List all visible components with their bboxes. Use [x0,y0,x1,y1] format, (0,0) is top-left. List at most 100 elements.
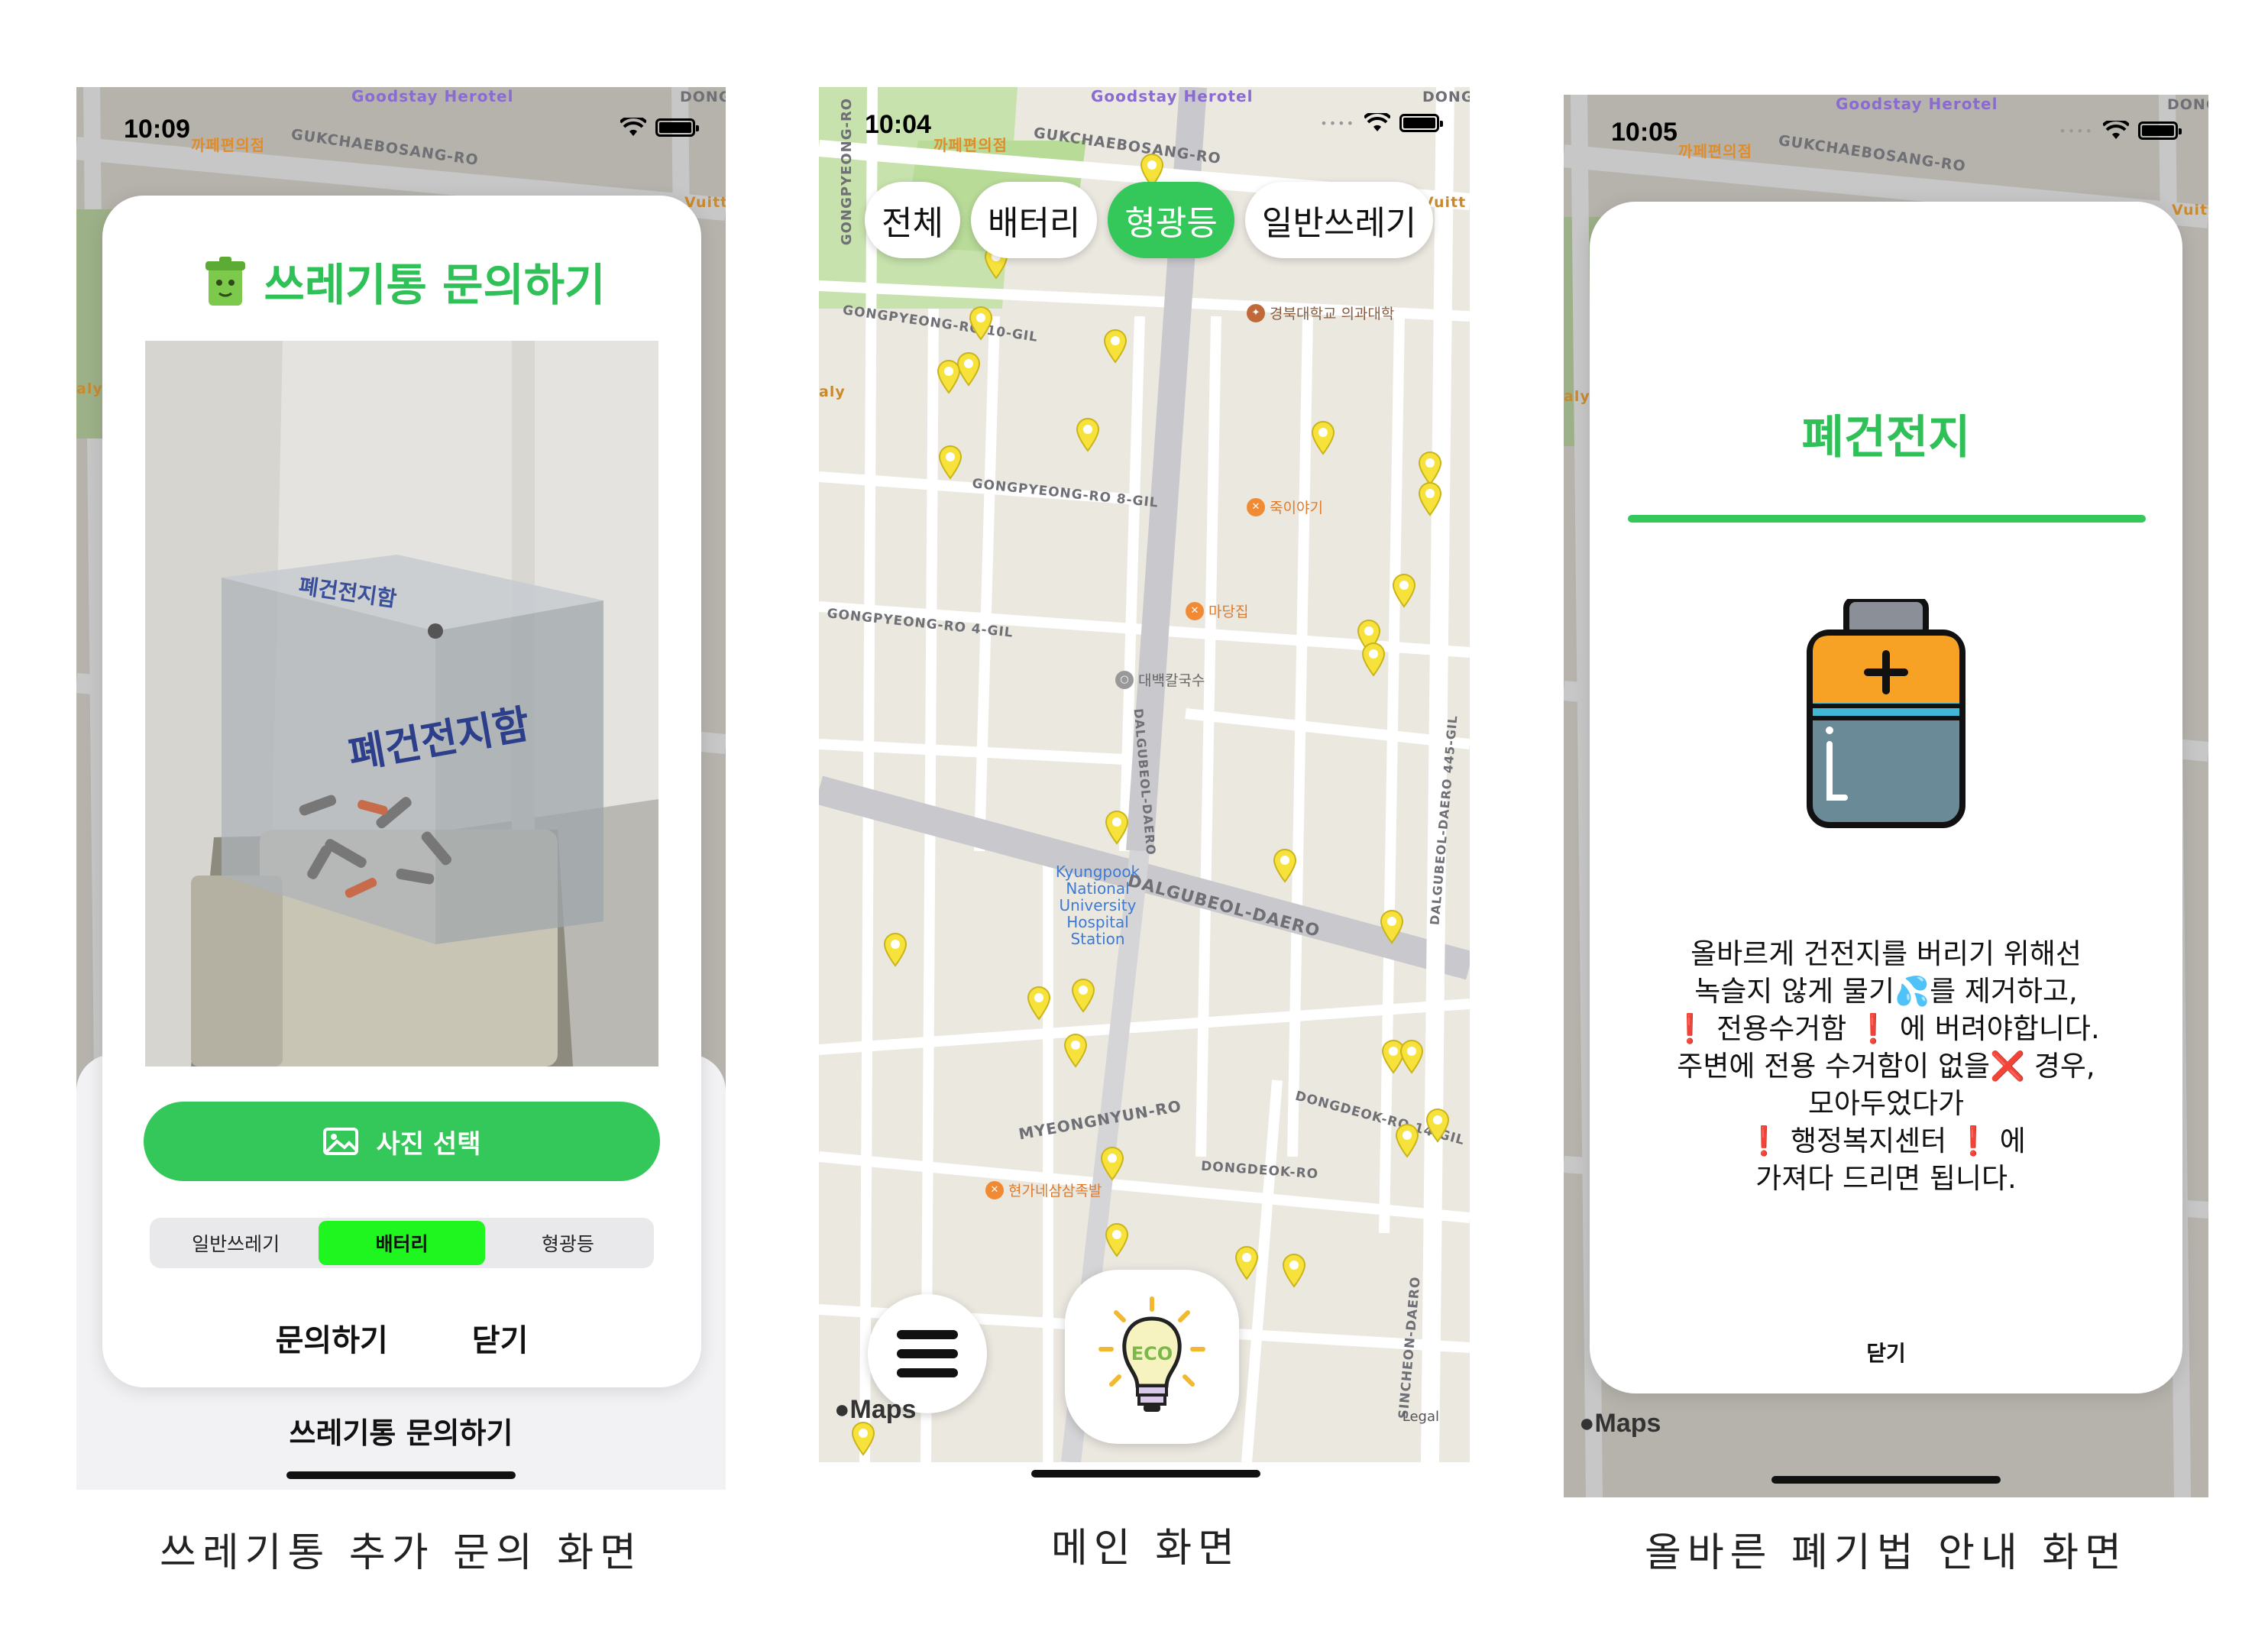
trash-bin-pin-icon[interactable] [937,359,961,394]
poi-station[interactable]: Kyungpook National University Hospital S… [1040,863,1155,947]
trash-bin-pin-icon[interactable] [1425,1108,1450,1143]
trash-bin-pin-icon[interactable] [1311,420,1335,455]
eco-guide-button[interactable]: ECO [1065,1270,1239,1444]
guide-title: 폐건전지 [1801,411,1971,464]
trash-bin-pin-icon[interactable] [1071,978,1095,1013]
status-icons: •••• [1320,113,1443,133]
apple-logo-icon: ● [834,1395,850,1424]
guide-line: 가져다 드리면 됩니다. [1755,1162,2017,1195]
apple-maps-logo: ●Maps [1579,1409,1661,1439]
caption-inquiry: 쓰레기통 추가 문의 화면 [160,1530,642,1576]
wifi-icon [620,118,646,136]
trash-bin-pin-icon[interactable] [1418,481,1442,516]
filter-battery[interactable]: 배터리 [970,182,1098,258]
trash-bin-pin-icon[interactable] [1399,1039,1424,1074]
status-time: 10:05 [1611,118,1678,147]
guide-card: 폐건전지 올바르게 건전지를 버리기 위해선 녹슬지 않게 물기💦를 제거하고,… [1590,202,2182,1393]
select-photo-button[interactable]: 사진 선택 [144,1102,660,1181]
filter-all[interactable]: 전체 [865,182,960,258]
inquiry-actions: 문의하기 닫기 [102,1316,701,1360]
poi-label: 경북대학교 의과대학 [1270,306,1395,322]
trash-bin-pin-icon[interactable] [1100,1146,1124,1181]
poi-madang[interactable]: ✕ 마당집 [1186,600,1248,621]
home-indicator-main [1031,1470,1260,1478]
restaurant-icon: ✕ [1186,601,1204,620]
edge-label-right: Vuitt [684,194,726,211]
poi-label: 죽이야기 [1270,500,1323,516]
poi-hyeonga[interactable]: ✕ 현가네삼삼족발 [985,1180,1102,1200]
trash-bin-pin-icon[interactable] [1395,1123,1419,1158]
status-time: 10:09 [124,115,190,144]
apple-maps-label: Maps [849,1395,917,1424]
legal-link[interactable]: Legal [1403,1409,1439,1425]
trash-bin-pin-icon[interactable] [1273,848,1297,883]
submit-inquiry-button[interactable]: 문의하기 [276,1316,388,1360]
inquiry-screen: Goodstay Herotel 까페편의점 GUKCHAEBOSANG-RO … [76,87,726,1490]
caption-main: 메인 화면 [1051,1526,1241,1571]
poi-juk[interactable]: ✕ 죽이야기 [1247,497,1323,517]
photo-icon [322,1128,358,1155]
filter-fluorescent[interactable]: 형광등 [1108,182,1234,258]
edge-label: aly [1564,388,1590,405]
trash-bin-pin-icon[interactable] [851,1421,875,1456]
trash-bin-pin-icon[interactable] [1027,986,1051,1021]
guide-line: 모아두었다가 [1807,1087,1965,1120]
apple-maps-logo: ●Maps [834,1395,916,1425]
wifi-icon [1364,113,1390,131]
hamburger-menu-icon [897,1330,958,1377]
poi-label: 대백칼국수 [1138,672,1205,689]
edge-label: aly [819,384,846,400]
poi-medical-school[interactable]: ✦ 경북대학교 의과대학 [1247,303,1394,323]
trash-bin-pin-icon[interactable] [1105,810,1129,845]
select-photo-label: 사진 선택 [376,1128,481,1160]
guide-line: 녹슬지 않게 물기💦를 제거하고, [1694,975,2078,1008]
wifi-icon [2103,121,2129,139]
battery-status-icon [655,118,699,137]
trash-bin-pin-icon[interactable] [1234,1245,1259,1280]
trash-bin-pin-icon[interactable] [1076,417,1100,452]
segment-battery[interactable]: 배터리 [319,1221,485,1265]
poi-daebaek[interactable]: ○ 대백칼국수 [1115,669,1205,690]
trash-bin-pin-icon[interactable] [883,932,908,967]
title-divider [1628,515,2146,523]
trash-bin-pin-icon[interactable] [969,306,993,341]
trash-bin-pin-icon[interactable] [1380,909,1404,944]
trash-bin-pin-icon[interactable] [1392,573,1416,608]
close-button[interactable]: 닫기 [472,1316,529,1360]
inquiry-card: 쓰레기통 문의하기 폐건전지함 폐건전지함 사진 선택 일반쓰레기 배터리 형광… [102,196,701,1387]
restaurant-icon: ✕ [985,1180,1004,1199]
guide-line: ❗ 행정복지센터 ❗ 에 [1746,1125,2026,1157]
sheet-title: 쓰레기통 문의하기 [289,1416,513,1450]
status-time: 10:04 [865,110,931,139]
eco-lightbulb-icon: ECO [1098,1296,1205,1412]
status-icons [620,118,699,138]
trash-bin-pin-icon[interactable] [1103,329,1128,364]
guide-text: 올바르게 건전지를 버리기 위해선 녹슬지 않게 물기💦를 제거하고, ❗ 전용… [1590,935,2182,1197]
status-icons: •••• [2059,121,2182,141]
school-icon: ✦ [1247,303,1265,322]
poi-label: 현가네삼삼족발 [1008,1183,1102,1199]
trash-bin-pin-icon[interactable] [938,445,963,480]
inquiry-title-text: 쓰레기통 문의하기 [264,259,606,311]
signal-icon: •••• [2059,123,2094,138]
station-label: Kyungpook National University Hospital S… [1055,863,1140,948]
edge-label-right: Vuitt [2172,202,2208,218]
status-bar: 10:05 •••• [1564,95,2208,148]
segment-fluorescent[interactable]: 형광등 [485,1221,651,1265]
guide-line: ❗ 전용수거함 ❗ 에 버려야합니다. [1672,1012,2100,1045]
trash-bin-pin-icon[interactable] [1361,642,1386,677]
battery-status-icon [1399,114,1443,132]
segment-general-trash[interactable]: 일반쓰레기 [153,1221,319,1265]
edge-label: aly [76,380,103,397]
status-bar: 10:04 •••• [819,87,1470,141]
category-segmented-control: 일반쓰레기 배터리 형광등 [150,1218,654,1268]
trash-bin-pin-icon[interactable] [1105,1222,1129,1257]
eco-label: ECO [1131,1343,1173,1364]
filter-chips: 전체 배터리 형광등 일반쓰레기 [865,182,1434,258]
trash-bin-pin-icon[interactable] [1063,1033,1088,1068]
status-bar: 10:09 [76,87,726,144]
guide-line: 주변에 전용 수거함이 없을❌ 경우, [1677,1050,2095,1083]
trash-bin-pin-icon[interactable] [1282,1253,1306,1288]
filter-general-trash[interactable]: 일반쓰레기 [1244,182,1434,258]
close-button[interactable]: 닫기 [1590,1337,2182,1368]
